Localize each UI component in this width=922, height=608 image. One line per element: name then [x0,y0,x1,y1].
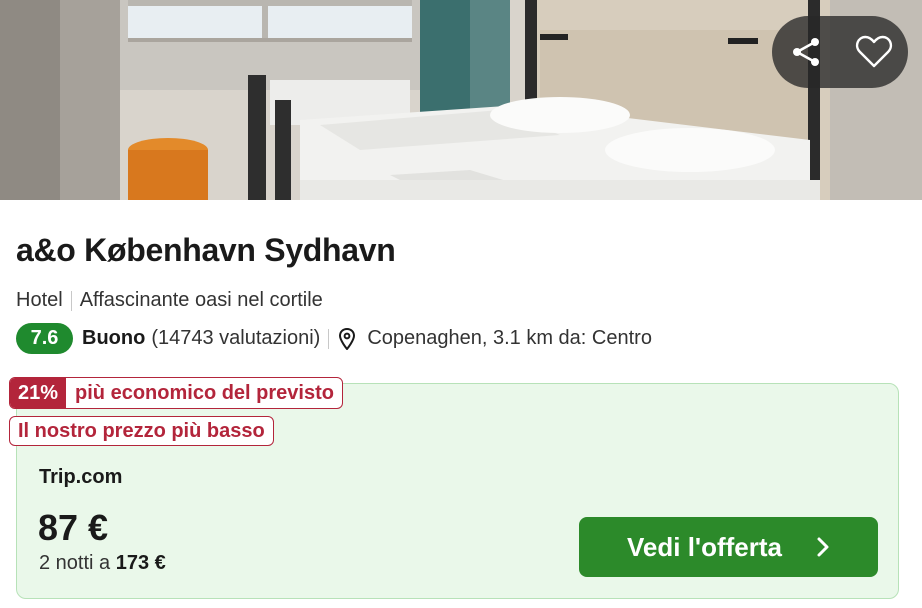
chevron-right-icon [816,536,830,558]
favorite-button[interactable] [846,24,902,80]
hotel-photo[interactable] [0,0,922,200]
total-price: 173 € [115,552,166,574]
review-count[interactable]: (14743 valutazioni) [151,327,320,350]
nightly-price: 87 € [38,507,109,548]
photo-actions [772,16,908,88]
view-offer-label: Vedi l'offerta [627,531,782,562]
total-price-line: 2 notti a 173 € [39,552,166,575]
provider-name: Trip.com [39,466,123,488]
hotel-name[interactable]: a&o København Sydhavn [16,232,396,269]
view-offer-button[interactable]: Vedi l'offerta [579,517,878,577]
rating-word: Buono [82,327,146,349]
hotel-meta: Hotel Affascinante oasi nel cortile [16,289,323,312]
total-prefix: 2 notti a [39,552,111,574]
hotel-tagline: Affascinante oasi nel cortile [79,289,323,311]
share-button[interactable] [778,24,834,80]
discount-badge: 21% più economico del previsto [9,377,343,409]
discount-percent: 21% [10,378,67,408]
share-icon [793,38,819,66]
heart-icon [855,35,893,68]
rating-row: 7.6 Buono (14743 valutazioni) Copenaghen… [16,323,652,354]
score-badge[interactable]: 7.6 [16,323,73,354]
location-text[interactable]: Copenaghen, 3.1 km da: Centro [367,327,652,350]
hotel-type: Hotel [16,289,63,311]
location-pin-icon [339,327,356,350]
divider [70,290,72,311]
discount-text: più economico del previsto [75,381,334,404]
lowest-price-badge: Il nostro prezzo più basso [9,416,274,446]
divider [328,328,330,349]
